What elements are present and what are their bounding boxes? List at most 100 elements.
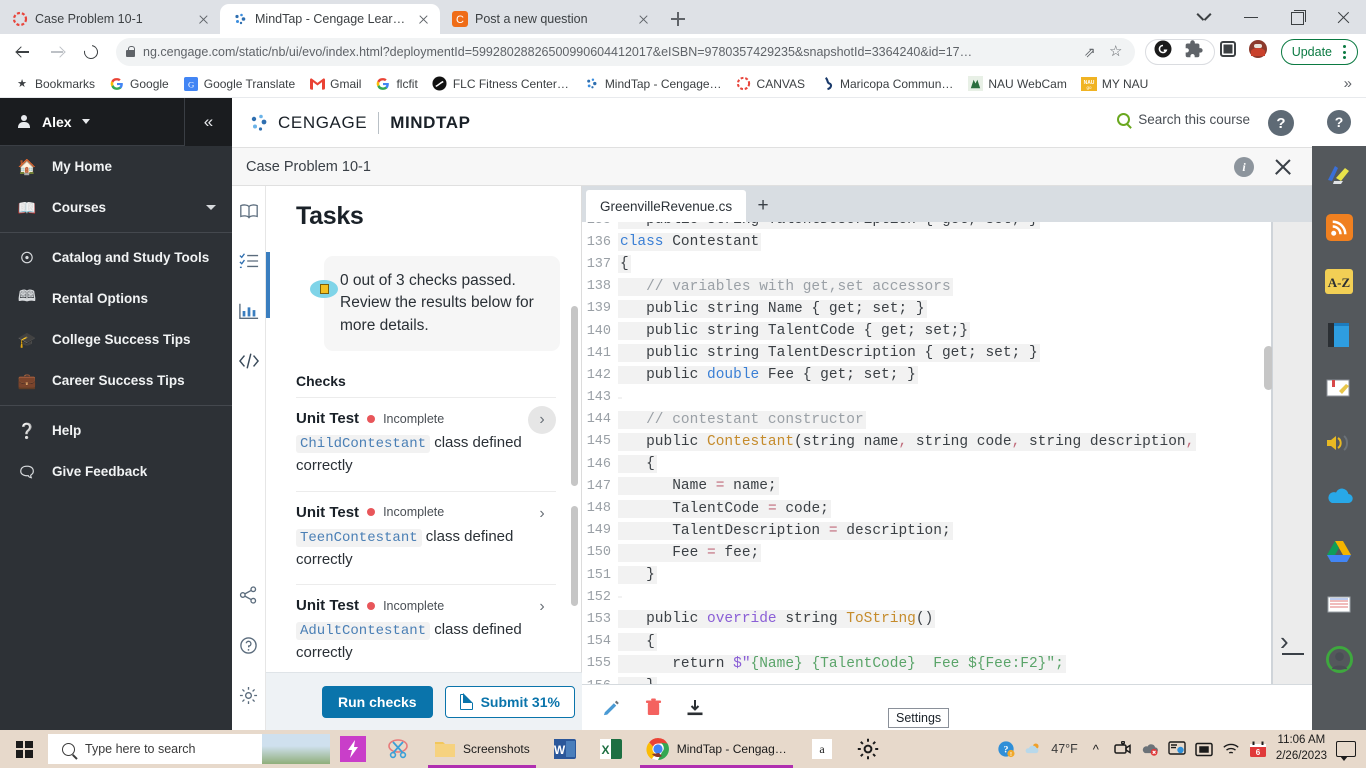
bookmark-flcfit[interactable]: flcfit	[369, 73, 423, 95]
bookmark-gmail[interactable]: Gmail	[303, 73, 367, 95]
help-icon[interactable]	[234, 630, 264, 660]
collapse-nav-button[interactable]: «	[184, 98, 232, 146]
google-drive-icon[interactable]	[1312, 524, 1366, 578]
taskbar-app-settings[interactable]	[845, 730, 891, 768]
panel-handle[interactable]	[1282, 653, 1304, 656]
update-button[interactable]: Update	[1280, 39, 1358, 65]
new-tab-button[interactable]	[664, 5, 692, 33]
ebook-icon[interactable]	[234, 196, 264, 226]
start-button[interactable]	[0, 730, 48, 768]
notecards-icon[interactable]	[1312, 578, 1366, 632]
pencil-icon[interactable]	[600, 697, 622, 719]
share-icon[interactable]: ⇗	[1081, 43, 1099, 61]
tab-search-chevron-icon[interactable]	[1182, 0, 1228, 34]
show-hidden-icons-chevron-icon[interactable]: ^	[1087, 740, 1105, 758]
tasks-scrollbar-lower[interactable]	[571, 506, 578, 606]
close-activity-icon[interactable]	[1272, 156, 1294, 178]
highlighter-icon[interactable]	[1312, 146, 1366, 200]
taskbar-app-word[interactable]: W	[542, 730, 588, 768]
chrome-menu-icon[interactable]	[1338, 45, 1350, 59]
calendar-icon[interactable]: 6	[1249, 740, 1267, 758]
taskbar-app-snip-and-sketch[interactable]	[376, 730, 422, 768]
nav-item-college-success-tips[interactable]: 🎓 College Success Tips	[0, 319, 232, 360]
info-icon[interactable]: i	[1234, 157, 1254, 177]
code-text-area[interactable]: 135 public string TalentDescription { ge…	[582, 222, 1272, 684]
nav-item-my-home[interactable]: 🏠 My Home	[0, 146, 232, 187]
taskbar-search-box[interactable]: Type here to search	[48, 734, 330, 764]
trash-icon[interactable]	[642, 697, 664, 719]
checklist-icon[interactable]	[234, 246, 264, 276]
bookmark-mindtap[interactable]: MindTap - Cengage…	[578, 73, 728, 95]
submit-button[interactable]: Submit 31%	[444, 685, 575, 718]
profile-avatar-icon[interactable]	[1247, 38, 1275, 66]
browser-tab-2[interactable]: C Post a new question	[440, 4, 660, 34]
add-file-button[interactable]: +	[746, 190, 780, 222]
bookmark-star-icon[interactable]: ☆	[1107, 43, 1125, 61]
settings-icon[interactable]	[234, 680, 264, 710]
help-icon[interactable]: ?	[1268, 110, 1294, 136]
bookmark-google[interactable]: Google	[103, 73, 175, 95]
browser-tab-1[interactable]: MindTap - Cengage Learning	[220, 4, 440, 34]
check-item-2[interactable]: Unit Test Incomplete › AdultContestant c…	[296, 584, 556, 672]
close-icon[interactable]	[635, 11, 652, 28]
action-center-icon[interactable]	[1195, 740, 1213, 758]
tasks-scrollbar[interactable]	[571, 306, 578, 486]
check-item-0[interactable]: Unit Test Incomplete › ChildContestant c…	[296, 397, 556, 491]
nav-item-career-success-tips[interactable]: 💼 Career Success Tips	[0, 360, 232, 401]
grammarly-icon[interactable]	[1152, 38, 1180, 66]
nav-item-help[interactable]: ❔ Help	[0, 410, 232, 451]
extensions-puzzle-icon[interactable]	[1182, 38, 1210, 66]
bookmark-nau-webcam[interactable]: NAU WebCam	[961, 73, 1072, 95]
reading-list-icon[interactable]	[1217, 38, 1245, 66]
search-course-button[interactable]: Search this course	[1117, 112, 1250, 127]
check-item-1[interactable]: Unit Test Incomplete › TeenContestant cl…	[296, 490, 556, 585]
editor-file-tab[interactable]: GreenvilleRevenue.cs	[586, 190, 747, 222]
profile-icon[interactable]	[1312, 632, 1366, 686]
chevron-right-icon[interactable]: ›	[528, 406, 556, 435]
nav-item-give-feedback[interactable]: 🗨 Give Feedback	[0, 451, 232, 492]
download-icon[interactable]	[684, 697, 706, 719]
read-aloud-icon[interactable]	[1312, 416, 1366, 470]
display-settings-icon[interactable]	[1168, 740, 1186, 758]
taskbar-app-screenshots[interactable]: Screenshots	[422, 730, 542, 768]
forward-button[interactable]	[42, 37, 72, 67]
notifications-icon[interactable]	[1336, 741, 1356, 761]
taskbar-app-flipgrid[interactable]	[330, 730, 376, 768]
nav-item-courses[interactable]: 📖 Courses	[0, 187, 232, 228]
close-icon[interactable]	[195, 11, 212, 28]
wifi-icon[interactable]	[1222, 740, 1240, 758]
reload-button[interactable]	[76, 37, 106, 67]
code-icon[interactable]	[234, 346, 264, 376]
nav-item-rental-options[interactable]: 🕮 Rental Options	[0, 278, 232, 319]
camera-privacy-icon[interactable]	[1114, 740, 1132, 758]
rss-icon[interactable]	[1312, 200, 1366, 254]
book-icon[interactable]	[1312, 308, 1366, 362]
taskbar-app-chrome-mindtap[interactable]: MindTap - Cengag…	[634, 730, 799, 768]
share-icon[interactable]	[234, 580, 264, 610]
chevron-right-icon[interactable]: ›	[528, 593, 556, 621]
bookmark-flc-fitness-center[interactable]: FLC Fitness Center -…	[426, 73, 576, 95]
bookmark-maricopa[interactable]: Maricopa Commun…	[813, 73, 959, 95]
back-button[interactable]	[8, 37, 38, 67]
maximize-button[interactable]	[1274, 0, 1320, 34]
bookmarks-overflow-button[interactable]: »	[1344, 75, 1358, 92]
browser-tab-0[interactable]: Case Problem 10-1	[0, 4, 220, 34]
help-icon[interactable]: ?	[1327, 110, 1351, 134]
close-icon[interactable]	[415, 11, 432, 28]
onedrive-sync-error-icon[interactable]	[1141, 740, 1159, 758]
minimize-button[interactable]	[1228, 0, 1274, 34]
window-close-button[interactable]	[1320, 0, 1366, 34]
taskbar-app-amazon[interactable]: a	[799, 730, 845, 768]
nav-item-catalog-and-study-tools[interactable]: ☉ Catalog and Study Tools	[0, 237, 232, 278]
chevron-right-icon[interactable]: ›	[528, 500, 556, 528]
az-dictionary-icon[interactable]: A-Z	[1312, 254, 1366, 308]
bookmark-google-translate[interactable]: G Google Translate	[177, 73, 301, 95]
bookmark-my-nau[interactable]: NAU go MY NAU	[1075, 73, 1154, 95]
bookmark-canvas[interactable]: CANVAS	[730, 73, 811, 95]
run-checks-button[interactable]: Run checks	[322, 685, 433, 718]
help-blue-icon[interactable]: ?!	[997, 740, 1015, 758]
bookmark-highlight-icon[interactable]	[1312, 362, 1366, 416]
address-bar[interactable]: ng.cengage.com/static/nb/ui/evo/index.ht…	[116, 38, 1135, 66]
bookmark-bookmarks[interactable]: ★ Bookmarks	[8, 73, 101, 95]
weather-icon[interactable]	[1024, 740, 1042, 758]
